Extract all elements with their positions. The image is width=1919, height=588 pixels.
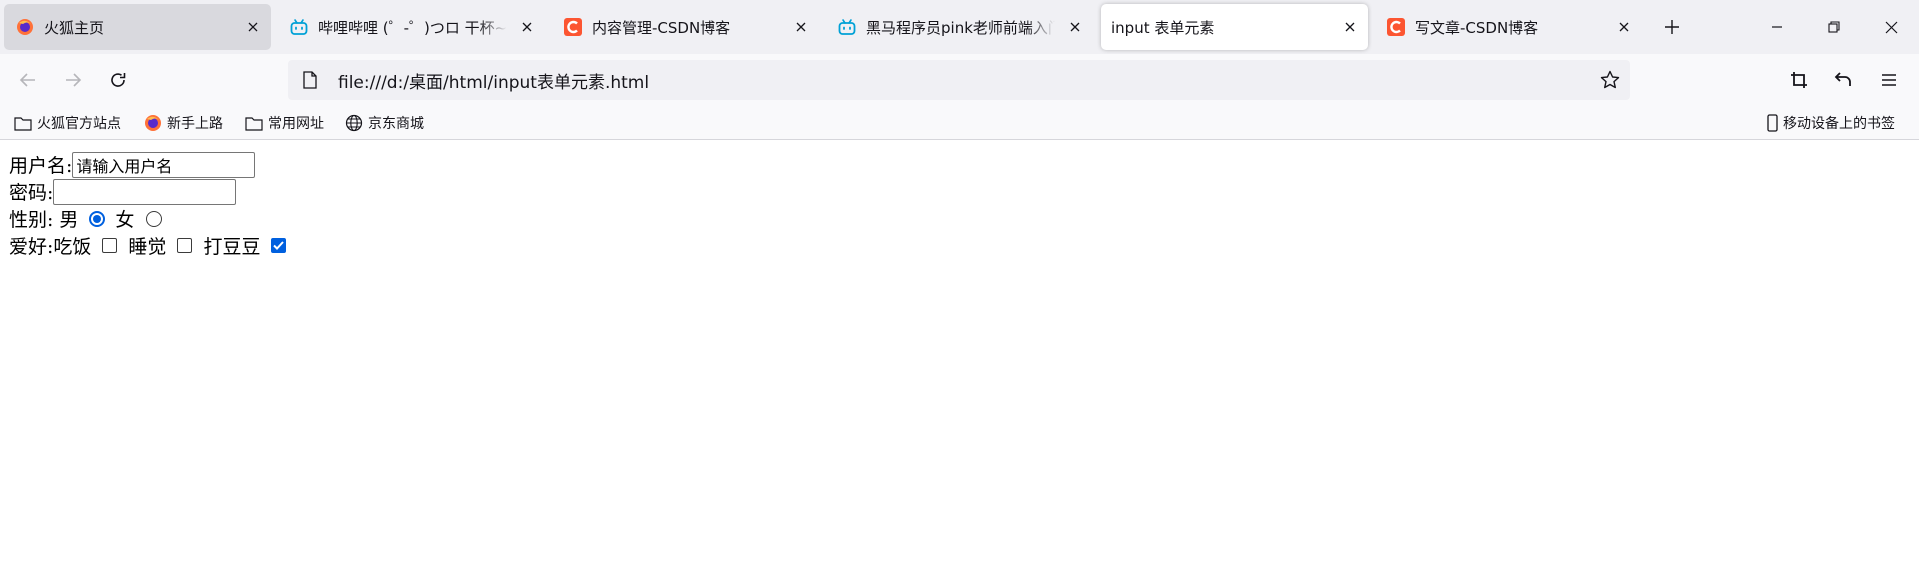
close-icon[interactable]	[789, 15, 813, 39]
star-icon	[1600, 70, 1620, 89]
close-icon[interactable]	[515, 15, 539, 39]
navigation-toolbar: file:///d:/桌面/html/input表单元素.html	[0, 54, 1919, 106]
url-text[interactable]: file:///d:/桌面/html/input表单元素.html	[338, 68, 1594, 93]
screenshot-button[interactable]	[1783, 64, 1815, 96]
hobby-sleep-checkbox[interactable]	[177, 238, 193, 253]
mobile-icon	[1766, 114, 1778, 132]
username-input[interactable]: 请输入用户名	[72, 151, 256, 178]
hobby-option-label: 打豆豆	[203, 236, 261, 258]
bookmark-folder-common-sites[interactable]: 常用网址	[245, 110, 324, 136]
tab-title: 写文章-CSDN博客	[1415, 18, 1539, 37]
gender-label: 性别:	[9, 209, 54, 231]
tab-title: input 表单元素	[1111, 18, 1215, 37]
crop-icon	[1791, 72, 1807, 88]
username-label: 用户名:	[9, 155, 73, 177]
undo-icon	[1834, 72, 1851, 86]
forward-button[interactable]	[57, 64, 89, 96]
arrow-left-icon	[19, 73, 35, 87]
close-icon[interactable]	[241, 15, 265, 39]
close-icon[interactable]	[1063, 15, 1087, 39]
password-label: 密码:	[9, 182, 54, 204]
bookmark-label: 京东商城	[368, 116, 424, 132]
close-icon	[1885, 21, 1897, 33]
checkmark-icon	[273, 241, 285, 250]
hobby-option-label: 睡觉	[128, 236, 167, 258]
tab-heima-pink[interactable]: 黑马程序员pink老师前端入门教程	[826, 4, 1093, 50]
tab-strip: 火狐主页 哔哩哔哩 (゜-゜)つロ 干杯~-bilibili 内容管理-CSDN…	[0, 0, 1919, 54]
restore-icon	[1828, 21, 1840, 33]
restore-button[interactable]	[1806, 0, 1862, 54]
gender-female-radio[interactable]	[146, 210, 163, 227]
tab-csdn-write[interactable]: 写文章-CSDN博客	[1375, 4, 1642, 50]
page-icon	[300, 70, 320, 90]
gender-option-label: 女	[115, 209, 135, 231]
bilibili-icon	[290, 18, 308, 36]
url-bar[interactable]: file:///d:/桌面/html/input表单元素.html	[288, 60, 1630, 100]
bookmark-star-button[interactable]	[1594, 64, 1626, 96]
tab-bilibili[interactable]: 哔哩哔哩 (゜-゜)つロ 干杯~-bilibili	[278, 4, 545, 50]
hobby-row: 爱好: 吃饭 睡觉 打豆豆	[9, 232, 1919, 259]
undo-button[interactable]	[1827, 64, 1859, 96]
tab-input-form[interactable]: input 表单元素	[1101, 4, 1368, 50]
plus-icon	[1665, 20, 1679, 34]
bilibili-icon	[838, 18, 856, 36]
bookmark-label: 新手上路	[167, 116, 223, 132]
menu-button[interactable]	[1873, 64, 1905, 96]
tab-firefox-home[interactable]: 火狐主页	[4, 4, 271, 50]
password-row: 密码:	[9, 178, 1919, 205]
back-button[interactable]	[12, 64, 44, 96]
tab-title: 火狐主页	[44, 18, 105, 37]
bookmarks-toolbar: 火狐官方站点 新手上路 常用网址 京东商城 移动设备上的书签	[0, 106, 1919, 140]
bookmark-label: 常用网址	[268, 116, 324, 132]
bookmark-getting-started[interactable]: 新手上路	[144, 110, 223, 136]
firefox-icon	[16, 18, 34, 36]
bookmark-label: 移动设备上的书签	[1783, 116, 1895, 132]
csdn-icon	[1387, 18, 1405, 36]
close-icon[interactable]	[1338, 15, 1362, 39]
close-icon[interactable]	[1612, 15, 1636, 39]
reload-button[interactable]	[102, 64, 134, 96]
hobby-label: 爱好:	[9, 236, 54, 258]
firefox-icon	[144, 114, 162, 132]
mobile-bookmarks[interactable]: 移动设备上的书签	[1766, 110, 1895, 136]
hamburger-icon	[1882, 74, 1896, 86]
bookmark-jd[interactable]: 京东商城	[345, 110, 424, 136]
hobby-eat-checkbox[interactable]	[102, 238, 118, 253]
hobby-option-label: 吃饭	[53, 236, 92, 258]
new-tab-button[interactable]	[1660, 15, 1684, 39]
folder-icon	[245, 114, 263, 132]
bookmark-folder-firefox-official[interactable]: 火狐官方站点	[14, 110, 121, 136]
hobby-beat-beans-checkbox[interactable]	[271, 238, 287, 253]
reload-icon	[111, 73, 126, 87]
arrow-right-icon	[66, 73, 82, 87]
folder-icon	[14, 114, 32, 132]
gender-male-radio[interactable]	[89, 210, 106, 227]
tab-title: 哔哩哔哩 (゜-゜)つロ 干杯~-bilibili	[318, 18, 507, 37]
globe-icon	[345, 114, 363, 132]
username-row: 用户名: 请输入用户名	[9, 151, 1919, 178]
tab-csdn-content[interactable]: 内容管理-CSDN博客	[552, 4, 819, 50]
minimize-icon	[1772, 26, 1782, 28]
bookmark-label: 火狐官方站点	[37, 116, 121, 132]
password-input[interactable]	[53, 178, 237, 205]
tab-title: 内容管理-CSDN博客	[592, 18, 731, 37]
gender-option-label: 男	[59, 209, 79, 231]
gender-row: 性别: 男 女	[9, 205, 1919, 232]
minimize-button[interactable]	[1749, 0, 1805, 54]
close-window-button[interactable]	[1863, 0, 1919, 54]
csdn-icon	[564, 18, 582, 36]
page-content: 用户名: 请输入用户名 密码: 性别: 男 女 爱好: 吃饭 睡觉 打豆豆	[0, 141, 1919, 588]
tab-title: 黑马程序员pink老师前端入门教程	[866, 18, 1055, 37]
